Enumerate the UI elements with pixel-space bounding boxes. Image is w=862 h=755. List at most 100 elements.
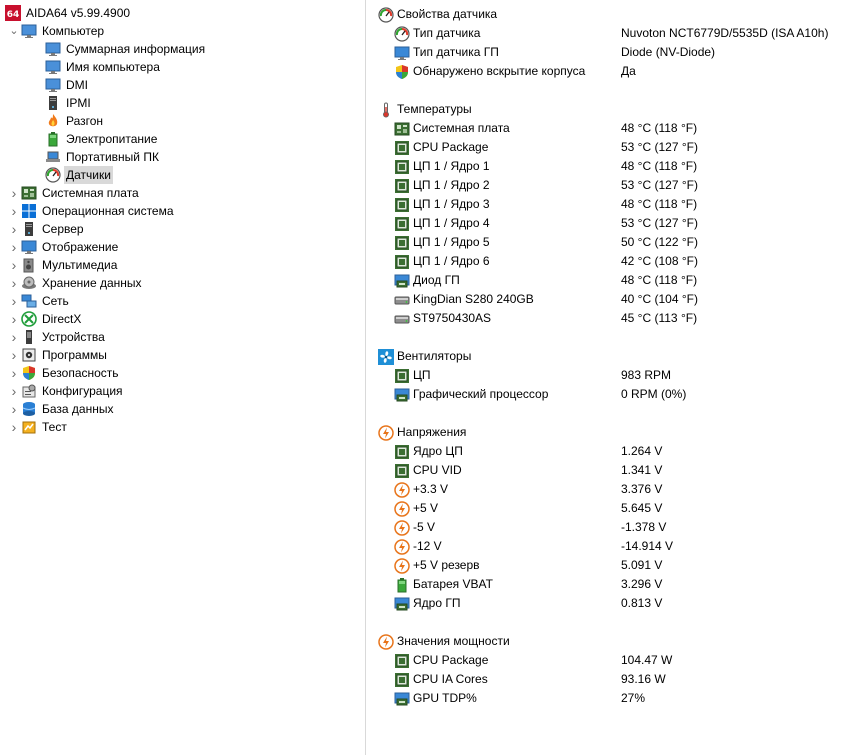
- chevron-right-icon[interactable]: ›: [8, 382, 20, 400]
- sensor-row[interactable]: ЦП 1 / Ядро 4 53 °C (127 °F): [372, 214, 862, 233]
- sensor-label: ЦП 1 / Ядро 6: [413, 254, 490, 268]
- chip-icon: [394, 444, 410, 460]
- tree-item-computer[interactable]: ⌄ Компьютер: [8, 22, 106, 40]
- section-voltages[interactable]: Напряжения: [372, 423, 862, 442]
- sensor-row[interactable]: Батарея VBAT 3.296 V: [372, 575, 862, 594]
- tree-item-devices[interactable]: › Устройства: [8, 328, 107, 346]
- sensor-row[interactable]: CPU Package 53 °C (127 °F): [372, 138, 862, 157]
- sensor-row[interactable]: Ядро ЦП 1.264 V: [372, 442, 862, 461]
- sensor-label: +5 V резерв: [413, 558, 480, 572]
- section-fans[interactable]: Вентиляторы: [372, 347, 862, 366]
- shield-icon: [394, 64, 410, 80]
- tree-item-config[interactable]: › Конфигурация: [8, 382, 125, 400]
- chevron-right-icon[interactable]: ›: [8, 292, 20, 310]
- monitor-icon: [44, 41, 61, 57]
- sensor-row[interactable]: Ядро ГП 0.813 V: [372, 594, 862, 613]
- sensor-row[interactable]: Тип датчика ГП Diode (NV-Diode): [372, 43, 862, 62]
- tree-item-display[interactable]: › Отображение: [8, 238, 120, 256]
- sensor-row[interactable]: CPU IA Cores 93.16 W: [372, 670, 862, 689]
- monitor-icon: [44, 77, 61, 93]
- sensor-row[interactable]: GPU TDP% 27%: [372, 689, 862, 708]
- tree-item-portable-pc[interactable]: Портативный ПК: [44, 148, 161, 166]
- tree-item-sensors[interactable]: Датчики: [44, 166, 113, 184]
- server-tower-icon: [44, 95, 61, 111]
- tree-item-multimedia[interactable]: › Мультимедиа: [8, 256, 119, 274]
- section-sensor-properties[interactable]: Свойства датчика: [372, 5, 862, 24]
- sensor-row[interactable]: ST9750430AS 45 °C (113 °F): [372, 309, 862, 328]
- tree-item-storage-label: Хранение данных: [42, 276, 142, 290]
- sensor-row[interactable]: ЦП 1 / Ядро 2 53 °C (127 °F): [372, 176, 862, 195]
- section-power[interactable]: Значения мощности: [372, 632, 862, 651]
- sensor-row[interactable]: CPU VID 1.341 V: [372, 461, 862, 480]
- sensor-row[interactable]: KingDian S280 240GB 40 °C (104 °F): [372, 290, 862, 309]
- chevron-right-icon[interactable]: ›: [8, 238, 20, 256]
- chevron-right-icon[interactable]: ›: [8, 310, 20, 328]
- sensor-row[interactable]: +3.3 V 3.376 V: [372, 480, 862, 499]
- monitor-icon: [20, 23, 37, 39]
- config-icon: [20, 383, 37, 399]
- sensor-row[interactable]: ЦП 1 / Ядро 3 48 °C (118 °F): [372, 195, 862, 214]
- tree-item-storage[interactable]: › Хранение данных: [8, 274, 144, 292]
- chevron-right-icon[interactable]: ›: [8, 364, 20, 382]
- tree-item-network[interactable]: › Сеть: [8, 292, 71, 310]
- tree-item-test[interactable]: › Тест: [8, 418, 69, 436]
- motherboard-icon: [20, 185, 37, 201]
- sensor-row[interactable]: ЦП 1 / Ядро 5 50 °C (122 °F): [372, 233, 862, 252]
- tree-item-computer-name[interactable]: Имя компьютера: [44, 58, 162, 76]
- sensor-row[interactable]: ЦП 983 RPM: [372, 366, 862, 385]
- tree-item-database[interactable]: › База данных: [8, 400, 115, 418]
- tree-item-security[interactable]: › Безопасность: [8, 364, 121, 382]
- tree-item-os[interactable]: › Операционная система: [8, 202, 176, 220]
- sensor-value: 93.16 W: [621, 672, 666, 686]
- chevron-right-icon[interactable]: ›: [8, 274, 20, 292]
- chevron-right-icon[interactable]: ›: [8, 256, 20, 274]
- chevron-right-icon[interactable]: ›: [8, 346, 20, 364]
- sensor-row[interactable]: CPU Package 104.47 W: [372, 651, 862, 670]
- chevron-right-icon[interactable]: ›: [8, 400, 20, 418]
- sensor-label: ЦП 1 / Ядро 1: [413, 159, 490, 173]
- sensor-label: CPU Package: [413, 653, 489, 667]
- sensor-row[interactable]: +5 V резерв 5.091 V: [372, 556, 862, 575]
- sensor-row[interactable]: Графический процессор 0 RPM (0%): [372, 385, 862, 404]
- tree-item-server[interactable]: › Сервер: [8, 220, 86, 238]
- sensor-value: 983 RPM: [621, 368, 672, 382]
- chevron-right-icon[interactable]: ›: [8, 184, 20, 202]
- sensor-row[interactable]: Обнаружено вскрытие корпуса Да: [372, 62, 862, 81]
- tree-item-motherboard[interactable]: › Системная плата: [8, 184, 141, 202]
- tree-item-power[interactable]: Электропитание: [44, 130, 159, 148]
- tree-item-power-label: Электропитание: [66, 132, 158, 146]
- sensor-row[interactable]: +5 V 5.645 V: [372, 499, 862, 518]
- chip-icon: [394, 235, 410, 251]
- sensor-panel: Свойства датчика Тип датчика Nuvoton NCT67…: [372, 0, 862, 755]
- chevron-right-icon[interactable]: ›: [8, 418, 20, 436]
- tree-item-overclock[interactable]: Разгон: [44, 112, 105, 130]
- chevron-down-icon[interactable]: ⌄: [8, 22, 20, 40]
- sensor-label: Обнаружено вскрытие корпуса: [413, 64, 586, 78]
- tree-item-display-label: Отображение: [42, 240, 119, 254]
- sensor-label: CPU Package: [413, 140, 489, 154]
- sensor-row[interactable]: Диод ГП 48 °C (118 °F): [372, 271, 862, 290]
- sensor-value: 3.376 V: [621, 482, 663, 496]
- sensor-row[interactable]: -12 V -14.914 V: [372, 537, 862, 556]
- tree-item-ipmi[interactable]: IPMI: [44, 94, 93, 112]
- tree-root[interactable]: 64 AIDA64 v5.99.4900: [4, 4, 132, 22]
- sensor-row[interactable]: Тип датчика Nuvoton NCT6779D/5535D (ISA A…: [372, 24, 862, 43]
- sensor-row[interactable]: Системная плата 48 °C (118 °F): [372, 119, 862, 138]
- device-icon: [20, 329, 37, 345]
- sensor-value: 48 °C (118 °F): [621, 159, 698, 173]
- tree-item-programs[interactable]: › Программы: [8, 346, 109, 364]
- voltage-icon: [394, 481, 410, 498]
- sensor-row[interactable]: ЦП 1 / Ядро 6 42 °C (108 °F): [372, 252, 862, 271]
- drive-icon: [394, 311, 410, 327]
- chevron-right-icon[interactable]: ›: [8, 202, 20, 220]
- database-icon: [20, 401, 37, 417]
- tree-item-summary[interactable]: Суммарная информация: [44, 40, 207, 58]
- section-temperatures[interactable]: Температуры: [372, 100, 862, 119]
- gpu-icon: [394, 387, 410, 403]
- tree-item-directx[interactable]: › DirectX: [8, 310, 83, 328]
- chevron-right-icon[interactable]: ›: [8, 220, 20, 238]
- sensor-row[interactable]: -5 V -1.378 V: [372, 518, 862, 537]
- sensor-row[interactable]: ЦП 1 / Ядро 1 48 °C (118 °F): [372, 157, 862, 176]
- tree-item-dmi[interactable]: DMI: [44, 76, 90, 94]
- chevron-right-icon[interactable]: ›: [8, 328, 20, 346]
